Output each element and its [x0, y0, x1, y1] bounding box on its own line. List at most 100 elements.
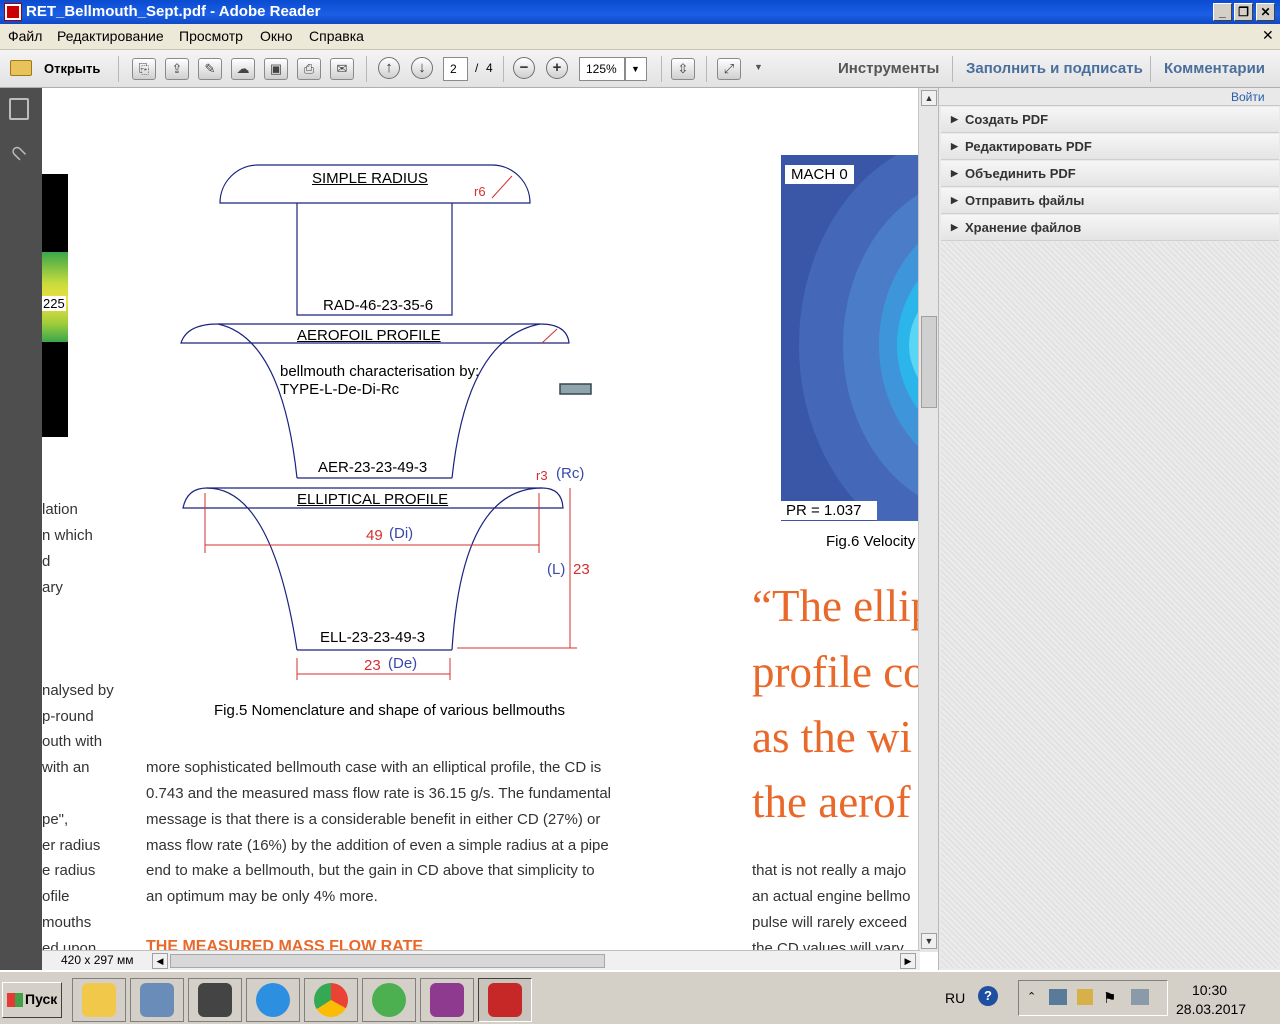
navigation-pane: ⊂: [0, 88, 42, 970]
menu-window[interactable]: Окно: [260, 28, 293, 44]
page-size-label: 420 x 297 мм: [61, 953, 134, 967]
scroll-down-button[interactable]: ▼: [921, 933, 937, 949]
display-tray-icon[interactable]: [1131, 989, 1149, 1005]
taskbar-ie[interactable]: [246, 978, 300, 1022]
scroll-up-button[interactable]: ▲: [921, 90, 937, 106]
document-view[interactable]: 225 lation n which d ary nalysed by p-ro…: [42, 88, 918, 950]
open-label: Открыть: [44, 61, 101, 76]
hscroll-thumb[interactable]: [170, 954, 605, 968]
fig5-l-value: 23: [573, 561, 590, 578]
start-button[interactable]: Пуск: [2, 982, 62, 1018]
fullscreen-icon[interactable]: ⤢: [717, 58, 741, 80]
pane-item-create-pdf[interactable]: ▶ Создать PDF: [941, 107, 1279, 133]
fig5-simple-radius-label: SIMPLE RADIUS: [312, 170, 428, 187]
flag-tray-icon[interactable]: ⚑: [1103, 989, 1116, 1007]
save-icon[interactable]: ▣: [264, 58, 288, 80]
toolbar-separator: [118, 56, 119, 82]
body-line: message is that there is a considerable …: [146, 811, 601, 828]
chrome-icon: [314, 983, 348, 1017]
zoom-input[interactable]: 125%: [579, 57, 625, 81]
menu-edit[interactable]: Редактирование: [57, 28, 164, 44]
fig6-caption: Fig.6 Velocity: [826, 533, 916, 550]
vertical-scrollbar[interactable]: ▲ ▼: [918, 88, 938, 952]
close-button[interactable]: ✕: [1256, 3, 1275, 21]
scroll-thumb[interactable]: [921, 316, 937, 408]
volume-tray-icon[interactable]: [1077, 989, 1093, 1005]
print-icon[interactable]: ⎙: [297, 58, 321, 80]
menu-view[interactable]: Просмотр: [179, 28, 243, 44]
pane-empty-area: [941, 242, 1279, 968]
fig5-l-label: (L): [547, 561, 566, 578]
fill-sign-link[interactable]: Заполнить и подписать: [966, 60, 1143, 77]
export-pdf-icon[interactable]: ⇪: [165, 58, 189, 80]
taskbar-adobe-reader[interactable]: [478, 978, 532, 1022]
fig5-caption: Fig.5 Nomenclature and shape of various …: [214, 702, 566, 719]
pane-item-combine-pdf[interactable]: ▶ Объединить PDF: [941, 161, 1279, 187]
edit-pdf-icon[interactable]: ✎: [198, 58, 222, 80]
hscroll-right-button[interactable]: ▶: [900, 953, 916, 969]
page-thumbnails-icon[interactable]: [9, 98, 29, 120]
pane-item-send-files[interactable]: ▶ Отправить файлы: [941, 188, 1279, 214]
fig5-elliptical-label: ELLIPTICAL PROFILE: [297, 491, 449, 508]
body-line: mass flow rate (16%) by the addition of …: [146, 837, 609, 854]
cloud-upload-icon[interactable]: ☁: [231, 58, 255, 80]
zoom-dropdown-button[interactable]: ▼: [625, 57, 647, 81]
taskbar-chrome[interactable]: [304, 978, 358, 1022]
fit-page-icon[interactable]: ⇳: [671, 58, 695, 80]
right-body-line: that is not really a majo: [752, 862, 907, 879]
signin-link[interactable]: Войти: [1231, 90, 1265, 104]
fig5-aer-code: AER-23-23-49-3: [318, 459, 428, 476]
tools-link[interactable]: Инструменты: [838, 60, 939, 77]
comments-link[interactable]: Комментарии: [1164, 60, 1265, 77]
zoom-in-button[interactable]: +: [546, 57, 568, 79]
fig5-r6-label: r6: [474, 184, 486, 199]
menu-file[interactable]: Файл: [8, 28, 42, 44]
toolbar-separator: [706, 56, 707, 82]
pull-quote-line: the aerof: [752, 777, 911, 827]
pr-label: PR = 1.037: [781, 501, 877, 520]
fig5-ell-code: ELL-23-23-49-3: [320, 629, 426, 646]
page-number-input[interactable]: 2: [443, 57, 468, 81]
body-line: 0.743 and the measured mass flow rate is…: [146, 785, 611, 802]
toolbar-separator: [661, 56, 662, 82]
taskbar-window-app[interactable]: [130, 978, 184, 1022]
taskbar-icq[interactable]: [362, 978, 416, 1022]
left-partial-line: er radius: [42, 837, 101, 854]
restore-button[interactable]: ❐: [1234, 3, 1253, 21]
language-indicator[interactable]: RU: [945, 990, 965, 1006]
help-icon[interactable]: ?: [978, 986, 998, 1006]
pane-item-label: Создать PDF: [965, 112, 1049, 127]
left-partial-line: p-round: [42, 708, 94, 725]
taskbar-winrar[interactable]: [420, 978, 474, 1022]
email-icon[interactable]: ✉: [330, 58, 354, 80]
network-tray-icon[interactable]: [1049, 989, 1067, 1005]
toolbar-separator: [1150, 56, 1151, 82]
menu-help[interactable]: Справка: [309, 28, 364, 44]
prev-page-button[interactable]: ↑: [378, 57, 400, 79]
pane-item-edit-pdf[interactable]: ▶ Редактировать PDF: [941, 134, 1279, 160]
fig5-aerofoil-label: AEROFOIL PROFILE: [297, 327, 441, 344]
minimize-button[interactable]: _: [1213, 3, 1232, 21]
expand-triangle-icon: ▶: [951, 222, 958, 232]
clock-time[interactable]: 10:30: [1192, 982, 1227, 998]
next-page-button[interactable]: ↓: [411, 57, 433, 79]
taskbar-explorer[interactable]: [72, 978, 126, 1022]
zoom-out-button[interactable]: −: [513, 57, 535, 79]
attachments-icon[interactable]: ⊂: [4, 138, 34, 168]
left-partial-line: mouths: [42, 914, 92, 931]
hscroll-left-button[interactable]: ◀: [152, 953, 168, 969]
pane-item-store-files[interactable]: ▶ Хранение файлов: [941, 215, 1279, 241]
window-app-icon: [140, 983, 174, 1017]
left-partial-line: outh with: [42, 733, 103, 750]
fig5-rad-code: RAD-46-23-35-6: [323, 297, 434, 314]
close-document-icon[interactable]: ✕: [1262, 27, 1274, 44]
icq-flower-icon: [372, 983, 406, 1017]
toolbar-more-icon[interactable]: ▼: [754, 62, 763, 72]
internet-explorer-icon: [256, 983, 290, 1017]
taskbar-scanner[interactable]: [188, 978, 242, 1022]
section-heading: THE MEASURED MASS FLOW RATE: [146, 938, 424, 950]
menu-bar: Файл Редактирование Просмотр Окно Справк…: [0, 24, 1280, 50]
tray-expand-icon[interactable]: ⌃: [1027, 990, 1036, 1003]
clock-date[interactable]: 28.03.2017: [1176, 1001, 1246, 1017]
create-pdf-icon[interactable]: ⎘: [132, 58, 156, 80]
